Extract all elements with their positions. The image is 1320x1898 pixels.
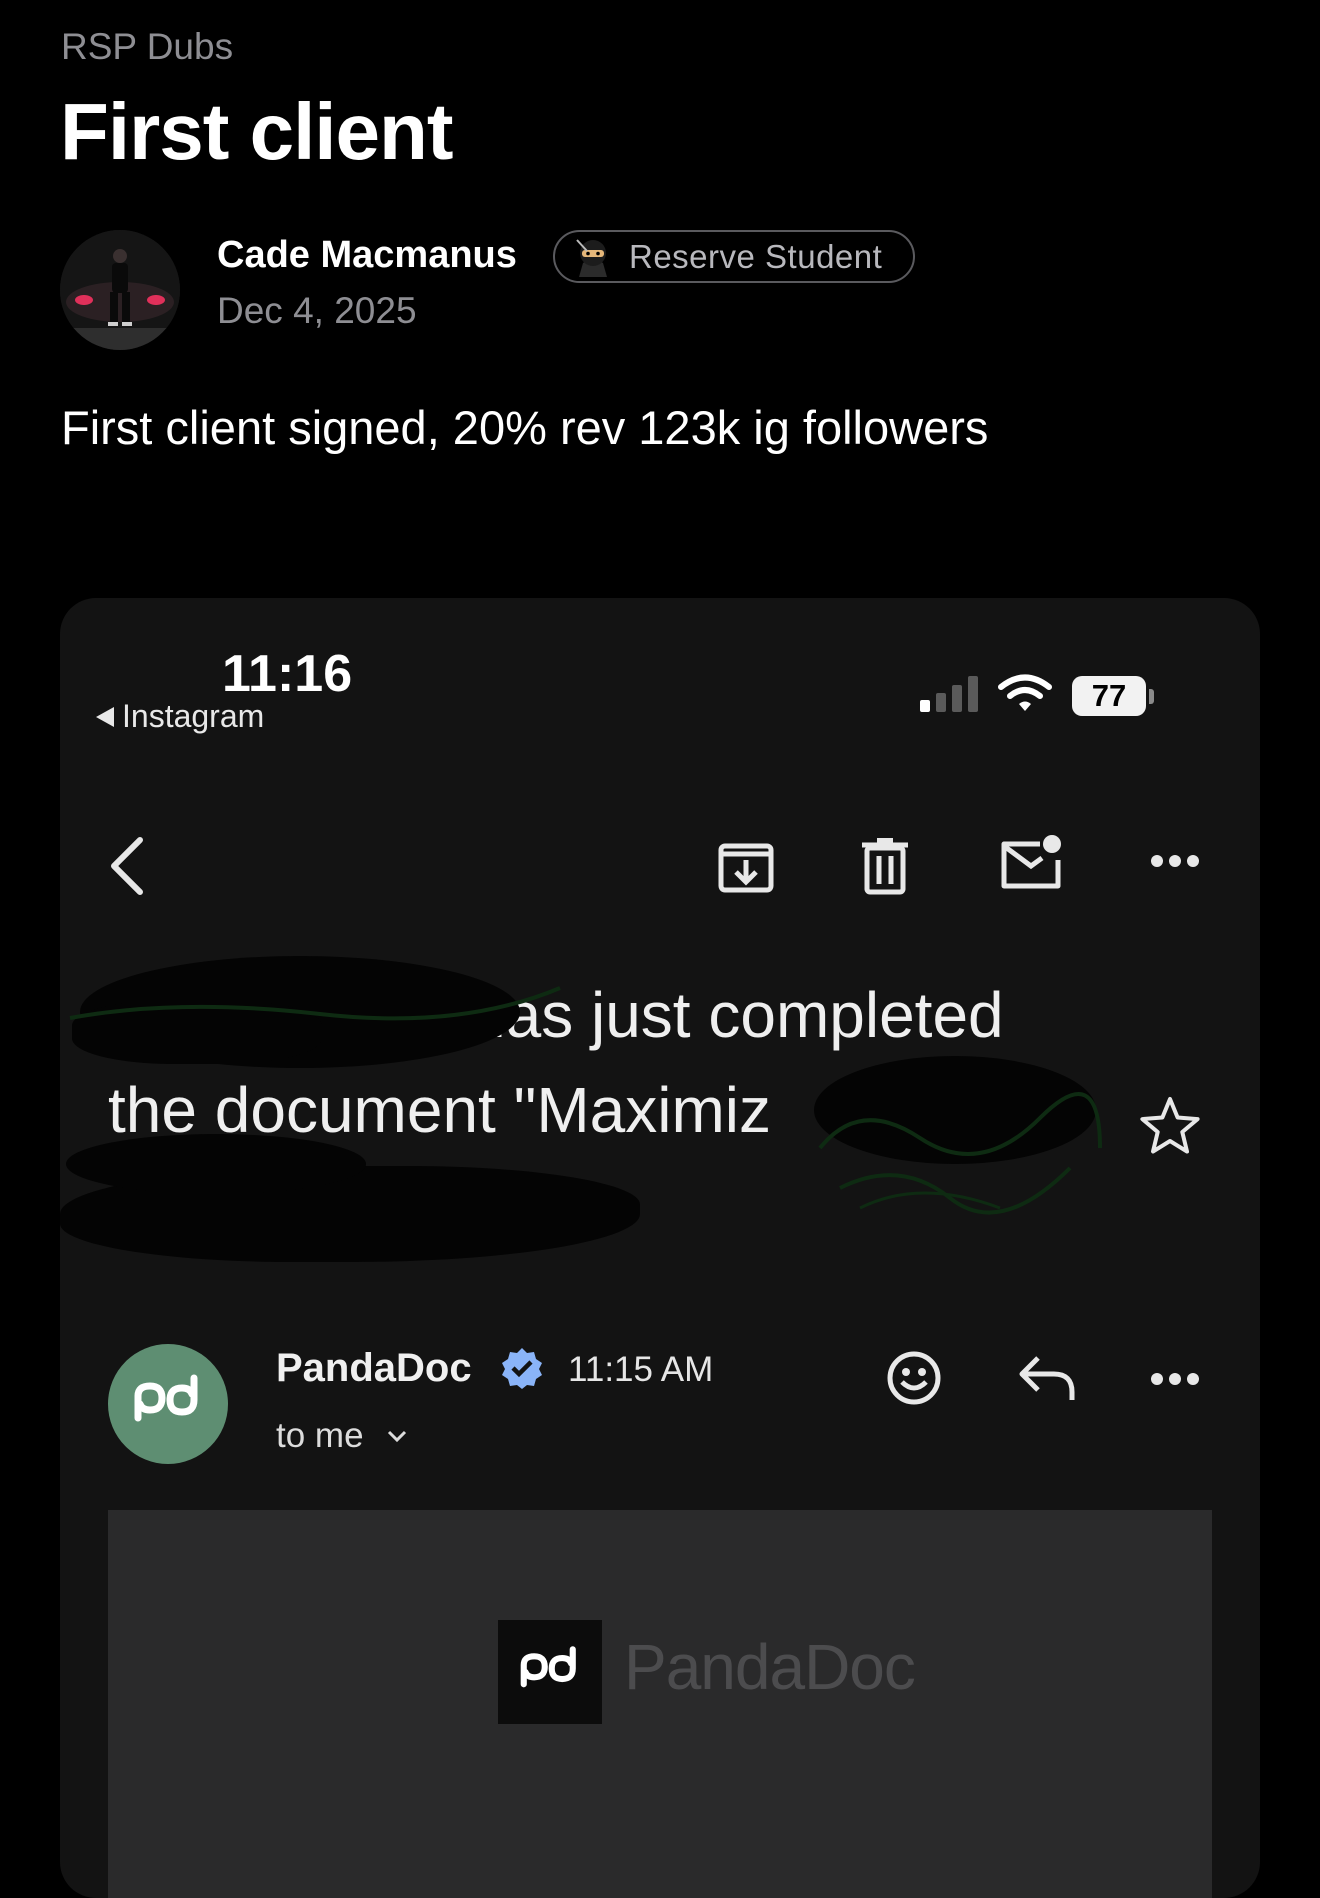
back-icon[interactable] xyxy=(104,834,148,898)
chevron-down-icon xyxy=(387,1430,406,1443)
pandadoc-wordmark: PandaDoc xyxy=(624,1631,916,1703)
status-bar-time: 11:16 xyxy=(222,645,353,703)
back-triangle-icon xyxy=(96,706,114,727)
add-reaction-icon[interactable] xyxy=(886,1350,942,1406)
author-avatar[interactable] xyxy=(60,230,180,350)
post-body-text: First client signed, 20% rev 123k ig fol… xyxy=(61,401,989,454)
reply-icon[interactable] xyxy=(1018,1354,1078,1404)
role-badge: Reserve Student xyxy=(553,230,915,283)
email-body: PandaDoc xyxy=(108,1510,1212,1898)
redaction-scribble xyxy=(69,986,561,1021)
archive-icon[interactable] xyxy=(717,836,775,896)
attached-screenshot[interactable]: 11:16 Instagram 77 nas just completed th… xyxy=(60,598,1260,1898)
message-time: 11:15 AM xyxy=(568,1350,714,1389)
pandadoc-logo xyxy=(498,1620,602,1724)
redaction-scribble xyxy=(818,1092,1102,1215)
wifi-icon xyxy=(998,674,1052,711)
community-name[interactable]: RSP Dubs xyxy=(61,26,233,68)
post-date: Dec 4, 2025 xyxy=(217,290,417,331)
trash-icon[interactable] xyxy=(860,836,910,896)
sender-avatar[interactable] xyxy=(108,1344,228,1464)
pandadoc-logo-icon xyxy=(134,1374,198,1422)
redaction-mark xyxy=(66,1134,366,1194)
message-more-icon[interactable] xyxy=(1150,1372,1200,1386)
recipient-dropdown[interactable]: to me xyxy=(276,1416,408,1456)
ninja-emoji-icon xyxy=(576,238,607,277)
post-title: First client xyxy=(60,87,454,176)
battery-tip xyxy=(1149,689,1154,704)
status-bar-back-link: Instagram xyxy=(96,698,264,735)
recipient-label: to me xyxy=(276,1416,364,1455)
mark-unread-icon[interactable] xyxy=(1000,834,1064,894)
sender-name: PandaDoc xyxy=(276,1346,472,1390)
pandadoc-logo-icon xyxy=(520,1646,576,1688)
more-options-icon[interactable] xyxy=(1150,854,1200,868)
role-badge-label: Reserve Student xyxy=(629,237,883,275)
battery-level: 77 xyxy=(1072,676,1146,716)
cellular-signal-icon xyxy=(920,676,978,712)
star-icon[interactable] xyxy=(1138,1095,1202,1157)
status-bar-back-app: Instagram xyxy=(122,698,265,734)
verified-badge-icon xyxy=(502,1348,542,1389)
author-name[interactable]: Cade Macmanus xyxy=(217,234,517,277)
